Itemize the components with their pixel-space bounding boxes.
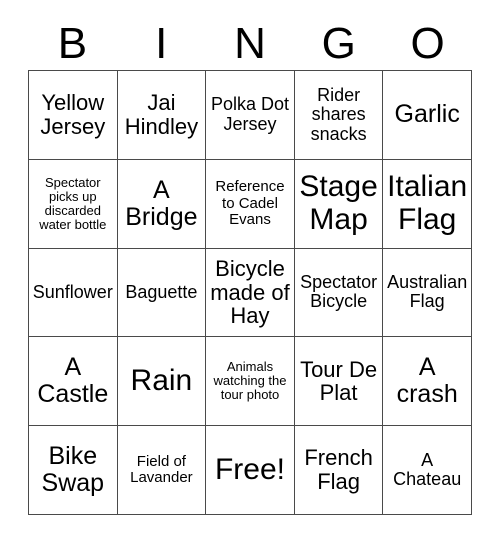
bingo-cell-b4[interactable]: A Castle: [29, 337, 118, 427]
header-letter-i: I: [155, 19, 168, 68]
bingo-cell-label: A Bridge: [125, 175, 198, 231]
bingo-cell-label: A Chateau: [393, 449, 462, 490]
bingo-cell-n4[interactable]: Animals watching the tour photo: [206, 337, 295, 427]
bingo-cell-label: Stage Map: [299, 170, 378, 236]
header-letter-o: O: [410, 19, 445, 68]
bingo-card: B I N G O Yellow Jersey Jai Hindley Polka …: [0, 0, 500, 544]
bingo-cell-label: Rider shares snacks: [310, 84, 367, 144]
bingo-cell-o4[interactable]: A crash: [383, 337, 472, 427]
bingo-cell-g5[interactable]: French Flag: [294, 426, 384, 515]
bingo-cell-label: A crash: [396, 353, 458, 409]
bingo-cell-label: Bike Swap: [41, 442, 105, 498]
bingo-cell-o5[interactable]: A Chateau: [383, 426, 472, 515]
bingo-cell-label: Rain: [130, 364, 193, 398]
bingo-cell-label: Bicycle made of Hay: [210, 255, 290, 329]
bingo-cell-g2[interactable]: Stage Map: [294, 159, 384, 249]
bingo-cell-i1[interactable]: Jai Hindley: [117, 71, 207, 160]
bingo-cell-label: Australian Flag: [387, 272, 468, 312]
bingo-cell-n2[interactable]: Reference to Cadel Evans: [206, 159, 295, 249]
bingo-cell-label: Polka Dot Jersey: [210, 94, 290, 134]
bingo-cell-i2[interactable]: A Bridge: [117, 159, 207, 249]
bingo-cell-label: Animals watching the tour photo: [213, 359, 287, 403]
bingo-cell-label: Tour De Plat: [300, 356, 378, 406]
bingo-cell-label: Yellow Jersey: [40, 90, 106, 139]
bingo-cell-label: Baguette: [125, 281, 198, 302]
bingo-cell-label: Reference to Cadel Evans: [215, 178, 285, 228]
bingo-cell-n1[interactable]: Polka Dot Jersey: [206, 71, 295, 160]
bingo-cell-label: Spectator picks up discarded water bottl…: [39, 174, 107, 232]
bingo-cell-b2[interactable]: Spectator picks up discarded water bottl…: [29, 159, 118, 249]
bingo-cell-o2[interactable]: Italian Flag: [383, 159, 472, 249]
bingo-cell-i4[interactable]: Rain: [117, 337, 207, 427]
bingo-grid: Yellow Jersey Jai Hindley Polka Dot Jersey…: [28, 70, 472, 515]
bingo-cell-label: Free!: [214, 452, 285, 486]
bingo-cell-label: French Flag: [304, 445, 373, 495]
bingo-cell-label: A Castle: [37, 353, 109, 409]
header-letter-n: N: [234, 19, 266, 68]
bingo-cell-free[interactable]: Free!: [206, 426, 295, 515]
bingo-cell-i5[interactable]: Field of Lavander: [117, 426, 207, 515]
header-letter-g: G: [321, 19, 356, 68]
header-letter-b: B: [57, 19, 88, 68]
bingo-cell-b3[interactable]: Sunflower: [29, 248, 118, 338]
bingo-cell-label: Italian Flag: [387, 170, 468, 236]
bingo-cell-g4[interactable]: Tour De Plat: [294, 337, 384, 427]
bingo-cell-g1[interactable]: Rider shares snacks: [294, 71, 384, 160]
bingo-cell-label: Sunflower: [32, 281, 113, 302]
bingo-header-letters: B I N G O: [28, 18, 472, 70]
bingo-cell-g3[interactable]: Spectator Bicycle: [294, 248, 384, 338]
bingo-cell-n3[interactable]: Bicycle made of Hay: [206, 248, 295, 338]
bingo-cell-label: Garlic: [394, 100, 460, 129]
bingo-cell-label: Field of Lavander: [130, 452, 193, 487]
bingo-cell-b5[interactable]: Bike Swap: [29, 426, 118, 515]
bingo-cell-label: Spectator Bicycle: [300, 272, 378, 312]
bingo-cell-o1[interactable]: Garlic: [383, 71, 472, 160]
bingo-cell-o3[interactable]: Australian Flag: [383, 248, 472, 338]
bingo-cell-label: Jai Hindley: [124, 90, 199, 139]
bingo-cell-i3[interactable]: Baguette: [117, 248, 207, 338]
bingo-cell-b1[interactable]: Yellow Jersey: [29, 71, 118, 160]
